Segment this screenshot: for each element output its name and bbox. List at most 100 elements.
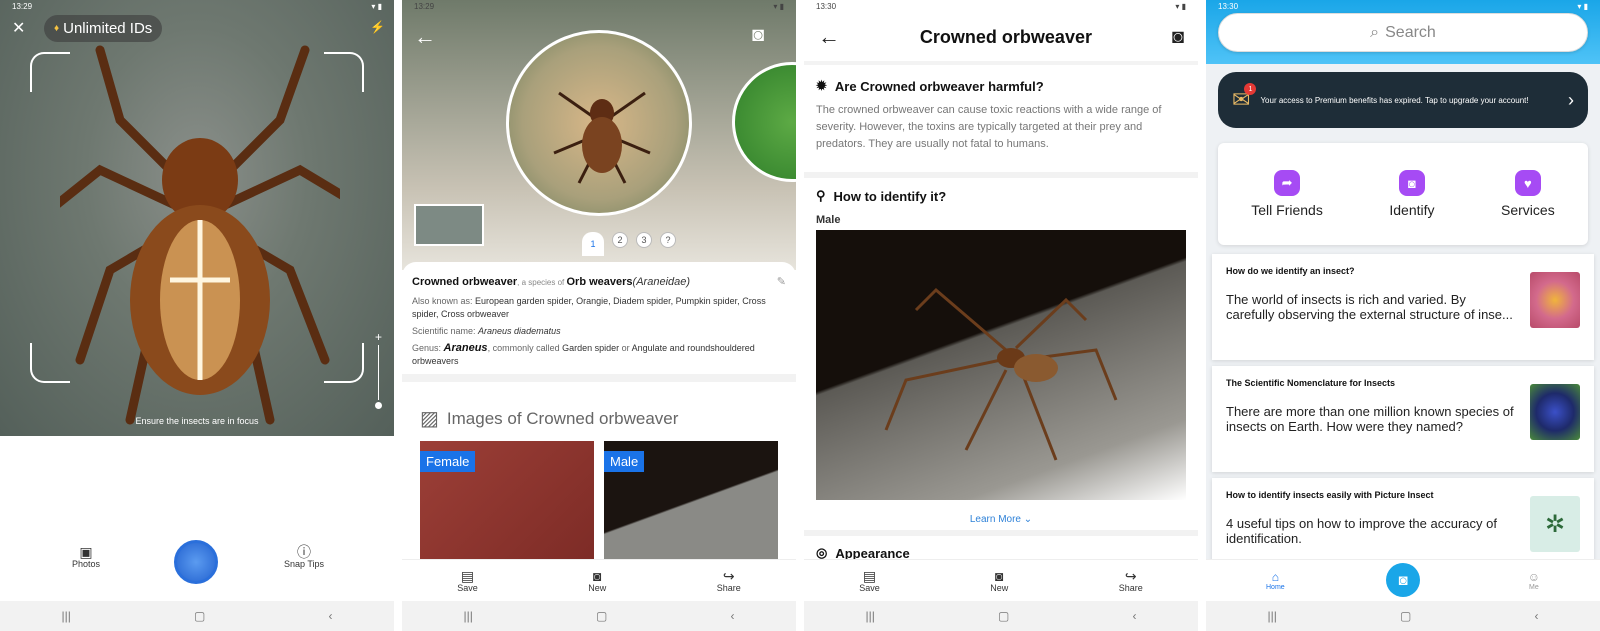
- page-title: Crowned orbweaver: [919, 26, 1092, 47]
- commonly-called-text: , commonly called: [487, 343, 563, 353]
- photo-thumbnail[interactable]: [414, 204, 484, 246]
- tab-home[interactable]: ⌂ Home: [1266, 570, 1285, 591]
- new-button[interactable]: ◙ New: [990, 569, 1008, 593]
- images-title: Images of Crowned orbweaver: [446, 408, 679, 428]
- home-icon[interactable]: ▢: [194, 609, 205, 623]
- zoom-in-icon[interactable]: +: [375, 330, 382, 344]
- action-bar: ▤ Save ◙ New ↪ Share: [804, 559, 1198, 601]
- family-name[interactable]: Orb weavers: [567, 276, 633, 288]
- main-photo[interactable]: [506, 30, 692, 216]
- status-bar: 13:29 ▾ ▮: [414, 2, 784, 11]
- divider: [402, 374, 796, 382]
- premium-banner[interactable]: ✉ 1 Your access to Premium benefits has e…: [1218, 72, 1588, 128]
- article-title: How to identify insects easily with Pict…: [1226, 490, 1434, 500]
- harmful-text: The crowned orbweaver can cause toxic re…: [816, 104, 1162, 150]
- focus-frame-corner: [324, 52, 364, 92]
- beetle-icon: ✲: [1530, 496, 1580, 552]
- home-icon[interactable]: ▢: [998, 609, 1009, 623]
- article-desc: 4 useful tips on how to improve the accu…: [1226, 516, 1497, 546]
- species-info: Crowned orbweaver, a species of Orb weav…: [402, 262, 796, 376]
- camera-icon[interactable]: ◙: [1172, 26, 1184, 49]
- back-icon[interactable]: ‹: [730, 609, 734, 623]
- detail-screen: 13:30 ▾ ▮ ← Crowned orbweaver ◙ ✹ Are Crow…: [804, 0, 1198, 631]
- focus-frame-corner: [324, 343, 364, 383]
- system-nav-bar: ||| ▢ ‹: [1206, 601, 1600, 631]
- article-card[interactable]: How do we identify an insect? The world …: [1212, 254, 1594, 360]
- photos-button[interactable]: ▣ Photos: [72, 545, 100, 569]
- result-screen: 13:29 ▾ ▮ ← ◙ 1 2 3 ? Crowned orbweaver, …: [402, 0, 796, 631]
- home-icon[interactable]: ▢: [1400, 609, 1411, 623]
- pager-dot[interactable]: ?: [660, 232, 676, 248]
- camera-icon: ◙: [994, 567, 1004, 584]
- recents-icon[interactable]: |||: [464, 609, 473, 623]
- recents-icon[interactable]: |||: [62, 609, 71, 623]
- camera-fab[interactable]: ◙: [1386, 563, 1420, 597]
- photo-pager[interactable]: 1 2 3 ?: [582, 232, 676, 256]
- search-input[interactable]: ⌕ Search: [1218, 13, 1588, 52]
- recents-icon[interactable]: |||: [866, 609, 875, 623]
- tab-me[interactable]: ☺ Me: [1528, 570, 1540, 591]
- status-bar: 13:30 ▾ ▮: [816, 2, 1186, 11]
- article-desc: The world of insects is rich and varied.…: [1226, 292, 1513, 322]
- gallery-icon: ▣: [79, 544, 93, 560]
- aka-label: Also known as:: [412, 296, 476, 306]
- pager-dot[interactable]: 2: [612, 232, 628, 248]
- back-icon[interactable]: ‹: [328, 609, 332, 623]
- camera-icon[interactable]: ◙: [752, 24, 764, 47]
- recents-icon[interactable]: |||: [1268, 609, 1277, 623]
- save-button[interactable]: ▤ Save: [457, 569, 478, 593]
- search-icon: ⌕: [1370, 23, 1380, 41]
- back-arrow-icon[interactable]: ←: [818, 24, 840, 50]
- home-icon[interactable]: ▢: [596, 609, 607, 623]
- identify-button[interactable]: ◙ Identify: [1389, 170, 1435, 218]
- back-icon[interactable]: ‹: [1132, 609, 1136, 623]
- harmful-section: ✹ Are Crowned orbweaver harmful? The crow…: [804, 78, 1198, 153]
- mail-icon: ✉ 1: [1232, 83, 1257, 113]
- premium-pill[interactable]: ♦ Unlimited IDs: [44, 15, 163, 42]
- camera-screen: Ensure the insects are in focus + 13:29 ▾…: [0, 0, 394, 631]
- genus-value[interactable]: Araneus: [444, 342, 488, 354]
- focus-hint: Ensure the insects are in focus: [135, 416, 259, 426]
- snap-tips-button[interactable]: ⓘ Snap Tips: [284, 545, 324, 569]
- article-card[interactable]: The Scientific Nomenclature for Insects …: [1212, 366, 1594, 472]
- zoom-slider[interactable]: [378, 345, 379, 400]
- male-photo[interactable]: [816, 230, 1186, 500]
- tell-friends-button[interactable]: ➦ Tell Friends: [1251, 170, 1323, 218]
- new-button[interactable]: ◙ New: [588, 569, 606, 593]
- genus-label: Genus:: [412, 343, 444, 353]
- male-label: Male: [816, 214, 841, 226]
- edit-icon[interactable]: ✎: [777, 276, 786, 289]
- or-text: or: [619, 343, 632, 353]
- sci-value: Araneus diadematus: [478, 326, 561, 336]
- shutter-button[interactable]: [174, 540, 218, 584]
- species-name: Crowned orbweaver: [412, 276, 518, 288]
- species-of-text: , a species of: [517, 278, 567, 287]
- share-button[interactable]: ↪ Share: [1119, 569, 1143, 593]
- save-button[interactable]: ▤ Save: [859, 569, 880, 593]
- flash-icon[interactable]: ⚡: [370, 20, 385, 34]
- article-desc: There are more than one million known sp…: [1226, 404, 1514, 434]
- zoom-slider-handle[interactable]: [375, 402, 382, 409]
- camera-viewfinder[interactable]: Ensure the insects are in focus +: [0, 0, 394, 436]
- services-button[interactable]: ♥ Services: [1501, 170, 1555, 218]
- back-icon[interactable]: ‹: [1534, 609, 1538, 623]
- home-icon: ⌂: [1271, 570, 1279, 584]
- home-screen: 13:30 ▾ ▮ ⌕ Search ✉ 1 Your access to Premi…: [1206, 0, 1600, 631]
- male-tag: Male: [604, 451, 645, 472]
- back-arrow-icon[interactable]: ←: [414, 24, 436, 50]
- images-section: ▨ Images of Crowned orbweaver Female Male: [402, 392, 796, 581]
- identify-section: ⚲ How to identify it? Male Learn More ⌄: [804, 188, 1198, 525]
- close-icon[interactable]: ✕: [12, 18, 25, 38]
- share-icon: ↪: [722, 567, 735, 584]
- female-tag: Female: [420, 451, 476, 472]
- common-name: Garden spider: [562, 343, 620, 353]
- save-icon: ▤: [862, 567, 877, 584]
- divider: [804, 530, 1198, 536]
- share-icon: ↪: [1124, 567, 1137, 584]
- chevron-right-icon: ›: [1568, 89, 1574, 110]
- pager-dot[interactable]: 1: [582, 232, 604, 256]
- pager-dot[interactable]: 3: [636, 232, 652, 248]
- person-icon: ☺: [1527, 570, 1540, 584]
- learn-more-link[interactable]: Learn More ⌄: [816, 514, 1186, 525]
- share-button[interactable]: ↪ Share: [717, 569, 741, 593]
